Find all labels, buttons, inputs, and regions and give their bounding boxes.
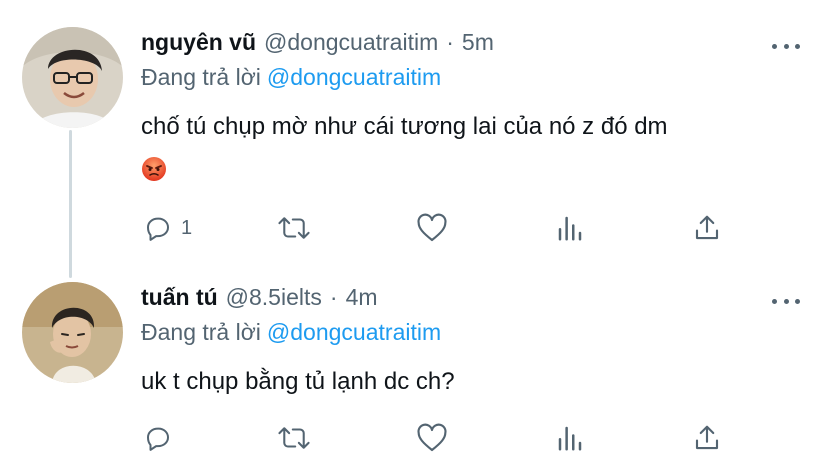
heart-icon: [416, 423, 448, 453]
reply-icon: [143, 423, 173, 453]
separator-dot: ·: [329, 284, 338, 310]
analytics-button[interactable]: [555, 213, 585, 243]
replying-to-label: Đang trả lời: [141, 64, 261, 90]
more-options-icon[interactable]: [772, 294, 800, 308]
analytics-icon: [555, 213, 585, 243]
retweet-icon: [277, 213, 311, 243]
reply-button[interactable]: [143, 423, 173, 453]
reply-icon: [143, 213, 173, 243]
retweet-button[interactable]: [277, 423, 311, 453]
avatar[interactable]: [22, 282, 123, 383]
timestamp[interactable]: 4m: [346, 284, 378, 311]
analytics-icon: [555, 423, 585, 453]
replying-to-line: Đang trả lời @dongcuatraitim: [141, 64, 441, 91]
like-button[interactable]: [416, 213, 448, 243]
timestamp[interactable]: 5m: [462, 29, 494, 56]
user-handle[interactable]: @8.5ielts: [226, 284, 322, 311]
display-name[interactable]: tuấn tú: [141, 284, 218, 311]
retweet-icon: [277, 423, 311, 453]
reply-count: 1: [181, 216, 193, 239]
angry-face-icon: [141, 156, 167, 187]
tweet-text: chố tú chụp mờ như cái tương lai của nó …: [141, 113, 668, 140]
share-button[interactable]: [692, 423, 722, 453]
tweet-2[interactable]: tuấn tú @8.5ielts · 4m Đang trả lời @dong…: [0, 270, 828, 469]
replying-to-handle-link[interactable]: @dongcuatraitim: [267, 64, 441, 90]
heart-icon: [416, 213, 448, 243]
separator-dot: ·: [446, 29, 454, 55]
share-button[interactable]: [692, 213, 722, 243]
retweet-button[interactable]: [277, 213, 311, 243]
share-icon: [692, 213, 722, 243]
display-name[interactable]: nguyên vũ: [141, 29, 256, 56]
tweet-1[interactable]: nguyên vũ @dongcuatraitim · 5m Đang trả …: [0, 0, 828, 270]
analytics-button[interactable]: [555, 423, 585, 453]
avatar[interactable]: [22, 27, 123, 128]
replying-to-line: Đang trả lời @dongcuatraitim: [141, 319, 441, 346]
share-icon: [692, 423, 722, 453]
tweet-text: uk t chụp bằng tủ lạnh dc ch?: [141, 368, 455, 395]
reply-button[interactable]: 1: [143, 213, 192, 243]
like-button[interactable]: [416, 423, 448, 453]
replying-to-handle-link[interactable]: @dongcuatraitim: [267, 319, 441, 345]
replying-to-label: Đang trả lời: [141, 319, 261, 345]
user-handle[interactable]: @dongcuatraitim: [264, 29, 438, 56]
more-options-icon[interactable]: [772, 39, 800, 53]
